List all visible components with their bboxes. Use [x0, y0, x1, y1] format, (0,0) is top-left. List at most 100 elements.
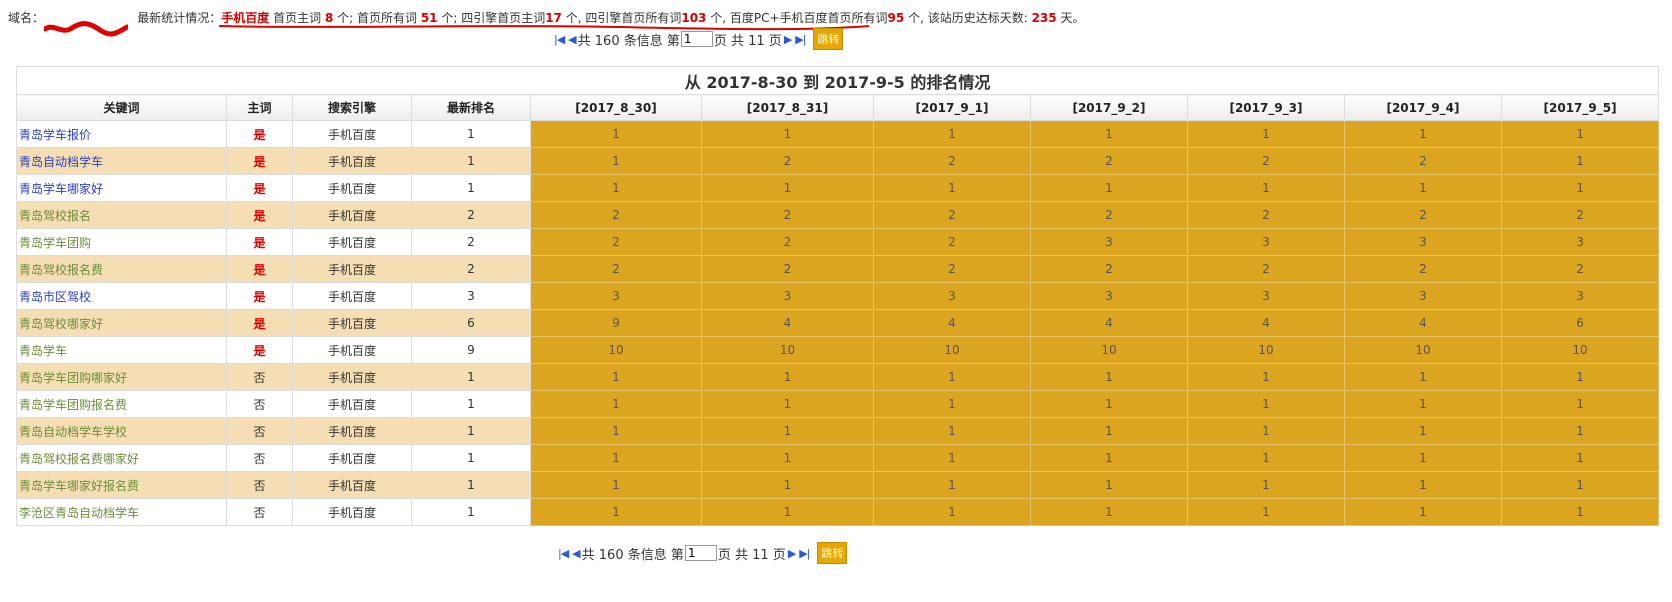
daily-rank-cell: 1	[530, 390, 702, 418]
pager-pages-text: 页 共 11 页	[717, 547, 786, 563]
daily-rank-cell: 1	[1187, 444, 1345, 472]
daily-rank-cell: 4	[873, 309, 1031, 337]
prev-page-icon[interactable]: ◀	[572, 547, 581, 560]
daily-rank-cell: 1	[873, 363, 1031, 391]
daily-rank-cell: 3	[1500, 228, 1660, 256]
daily-rank-cell: 4	[1187, 309, 1345, 337]
redaction-scribble-icon	[44, 21, 129, 37]
daily-rank-cell: 1	[701, 417, 874, 445]
daily-rank-cell: 1	[530, 120, 702, 148]
table-row: 青岛自动档学车是手机百度 1 1 2 2 2 2 2 1	[16, 147, 1660, 175]
keyword-link[interactable]: 青岛学车哪家好	[19, 182, 103, 196]
column-header: [2017_9_1]	[873, 94, 1031, 121]
daily-rank-cell: 3	[1187, 282, 1345, 310]
table-row: 青岛市区驾校是手机百度 3 3 3 3 3 3 3 3	[16, 282, 1660, 310]
daily-rank-cell: 3	[1500, 282, 1660, 310]
daily-rank-cell: 4	[1344, 309, 1502, 337]
keyword-link[interactable]: 青岛学车团购	[19, 236, 91, 250]
daily-rank-cell: 1	[1187, 498, 1345, 526]
keyword-cell: 青岛学车团购	[16, 228, 227, 256]
page-number-input[interactable]	[684, 545, 717, 561]
latest-rank-cell: 2	[411, 228, 531, 256]
table-row: 青岛学车团购哪家好否手机百度 1 1 1 1 1 1 1 1	[16, 363, 1660, 391]
search-engine-cell: 手机百度	[292, 174, 412, 202]
search-engine-cell: 手机百度	[292, 417, 412, 445]
daily-rank-cell: 1	[1030, 174, 1188, 202]
daily-rank-cell: 1	[1030, 444, 1188, 472]
keyword-link[interactable]: 青岛学车团购报名费	[19, 398, 127, 412]
keyword-link[interactable]: 青岛驾校报名费	[19, 263, 103, 277]
first-page-icon[interactable]: |◀	[554, 33, 565, 46]
latest-rank-cell: 3	[411, 282, 531, 310]
daily-rank-cell: 2	[530, 201, 702, 229]
daily-rank-cell: 2	[1187, 255, 1345, 283]
next-page-icon[interactable]: ▶	[788, 547, 797, 560]
daily-rank-cell: 1	[1030, 120, 1188, 148]
daily-rank-cell: 1	[701, 498, 874, 526]
daily-rank-cell: 1	[873, 471, 1031, 499]
search-engine-cell: 手机百度	[292, 147, 412, 175]
daily-rank-cell: 1	[1187, 417, 1345, 445]
keyword-link[interactable]: 青岛学车	[19, 344, 67, 358]
daily-rank-cell: 1	[1030, 417, 1188, 445]
table-row: 青岛学车报价是手机百度 1 1 1 1 1 1 1 1	[16, 120, 1660, 148]
go-button[interactable]: 跳转	[817, 542, 848, 564]
daily-rank-cell: 3	[1030, 228, 1188, 256]
daily-rank-cell: 9	[530, 309, 702, 337]
go-button[interactable]: 跳转	[813, 28, 844, 50]
latest-rank-cell: 2	[411, 255, 531, 283]
table-row: 青岛学车团购报名费否手机百度 1 1 1 1 1 1 1 1	[16, 390, 1660, 418]
prev-page-icon[interactable]: ◀	[568, 33, 577, 46]
daily-rank-cell: 1	[1344, 498, 1502, 526]
column-header: [2017_9_2]	[1030, 94, 1188, 121]
table-row: 青岛驾校报名是手机百度 2 2 2 2 2 2 2 2	[16, 201, 1660, 229]
stats-detail: 手机百度 首页主词 8 个; 首页所有词 51 个; 四引擎首页主词17 个, …	[219, 9, 904, 31]
daily-rank-cell: 2	[1187, 201, 1345, 229]
main-keyword-cell: 是	[226, 336, 293, 364]
keyword-link[interactable]: 青岛市区驾校	[19, 290, 91, 304]
main-keyword-cell: 否	[226, 498, 293, 526]
daily-rank-cell: 2	[1500, 255, 1660, 283]
stats-summary: 域名： 最新统计情况：手机百度 首页主词 8 个; 首页所有词 51 个; 四引…	[8, 9, 1084, 37]
next-page-icon[interactable]: ▶	[784, 33, 793, 46]
main-keyword-cell: 是	[226, 147, 293, 175]
daily-rank-cell: 2	[873, 201, 1031, 229]
keyword-link[interactable]: 青岛自动档学车学校	[19, 425, 127, 439]
search-engine-cell: 手机百度	[292, 336, 412, 364]
keyword-link[interactable]: 青岛学车哪家好报名费	[19, 479, 139, 493]
keyword-link[interactable]: 青岛驾校报名费哪家好	[19, 452, 139, 466]
first-page-icon[interactable]: |◀	[558, 547, 569, 560]
daily-rank-cell: 1	[530, 147, 702, 175]
daily-rank-cell: 1	[701, 363, 874, 391]
keyword-link[interactable]: 青岛学车团购哪家好	[19, 371, 127, 385]
daily-rank-cell: 2	[530, 228, 702, 256]
daily-rank-cell: 1	[1344, 363, 1502, 391]
daily-rank-cell: 2	[701, 228, 874, 256]
keyword-link[interactable]: 青岛驾校报名	[19, 209, 91, 223]
keyword-link[interactable]: 青岛自动档学车	[19, 155, 103, 169]
latest-rank-cell: 1	[411, 174, 531, 202]
daily-rank-cell: 1	[1500, 417, 1660, 445]
daily-rank-cell: 1	[1500, 147, 1660, 175]
keyword-link[interactable]: 李沧区青岛自动档学车	[19, 506, 139, 520]
daily-rank-cell: 10	[873, 336, 1031, 364]
last-page-icon[interactable]: ▶|	[799, 547, 810, 560]
daily-rank-cell: 1	[1187, 174, 1345, 202]
last-page-icon[interactable]: ▶|	[795, 33, 806, 46]
page-number-input[interactable]	[680, 31, 713, 47]
main-keyword-cell: 否	[226, 363, 293, 391]
search-engine-cell: 手机百度	[292, 120, 412, 148]
search-engine-cell: 手机百度	[292, 309, 412, 337]
latest-rank-cell: 9	[411, 336, 531, 364]
table-row: 李沧区青岛自动档学车否手机百度 1 1 1 1 1 1 1 1	[16, 498, 1660, 526]
keyword-link[interactable]: 青岛驾校哪家好	[19, 317, 103, 331]
daily-rank-cell: 10	[1187, 336, 1345, 364]
daily-rank-cell: 10	[1500, 336, 1660, 364]
main-keyword-cell: 是	[226, 120, 293, 148]
daily-rank-cell: 1	[1500, 498, 1660, 526]
keyword-link[interactable]: 青岛学车报价	[19, 128, 91, 142]
stats-label: 最新统计情况：	[137, 11, 222, 25]
main-keyword-cell: 是	[226, 255, 293, 283]
latest-rank-cell: 1	[411, 471, 531, 499]
table-row: 青岛驾校报名费是手机百度 2 2 2 2 2 2 2 2	[16, 255, 1660, 283]
